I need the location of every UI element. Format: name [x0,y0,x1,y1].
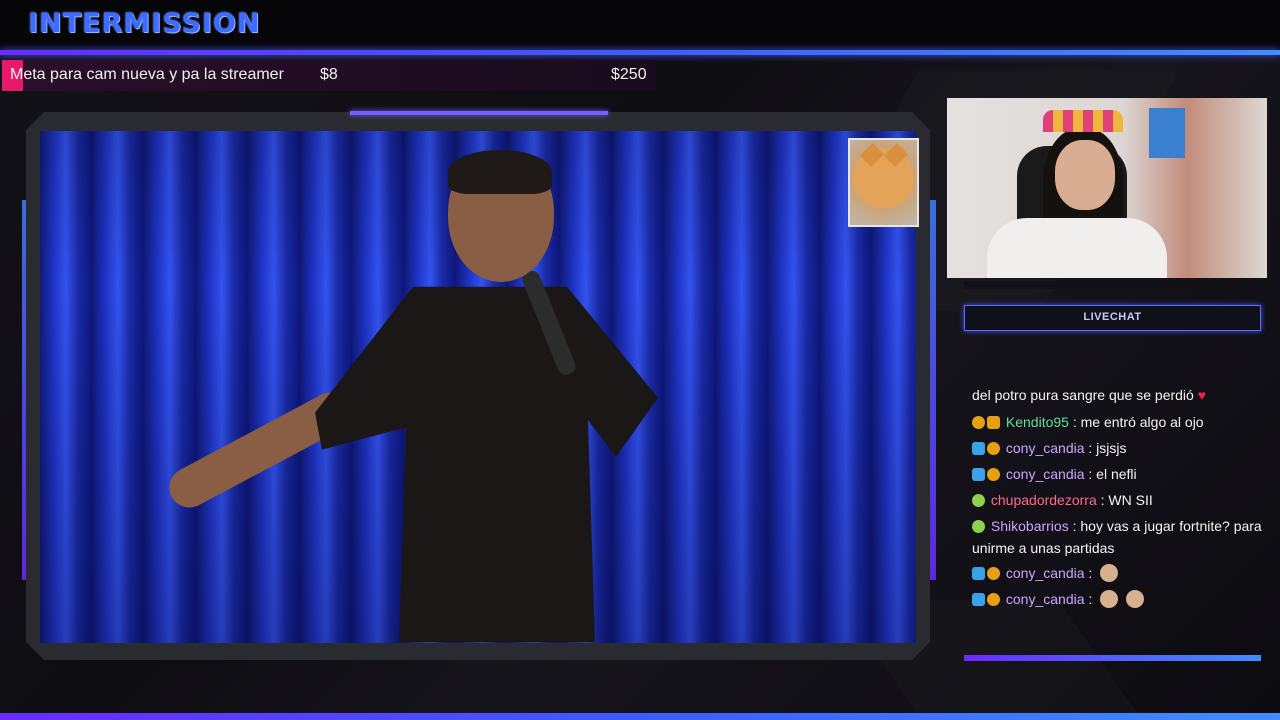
flower-crown [1043,110,1123,132]
chat-username[interactable]: Kendito95 [1006,414,1069,430]
chat-message: chupadordezorra : WN SII [972,489,1272,511]
frame-top-accent [350,111,608,115]
sub-badge-icon [987,567,1000,580]
heart-icon: ♥ [1197,387,1207,403]
wall-poster [1149,108,1185,158]
chat-message: cony_candia : jsjsjs [972,437,1272,459]
livechat-header: LIVECHAT [964,305,1261,331]
chat-username[interactable]: cony_candia [1006,440,1085,456]
chat-bottom-line [964,655,1261,661]
cat-emote-icon [1100,590,1119,608]
prime-badge-icon [972,468,985,481]
chat-text: : WN SII [1100,492,1153,508]
sub-badge-icon [987,593,1000,606]
goal-target-amount: $250 [611,66,647,83]
top-accent-line [0,50,1280,55]
chat-text: : me entró algo al ojo [1072,414,1204,430]
chat-text: : el nefli [1088,466,1137,482]
chat-username[interactable]: chupadordezorra [991,492,1097,508]
prime-badge-icon [972,593,985,606]
chat-username[interactable]: cony_candia [1006,565,1085,581]
comedian-hair [448,150,552,194]
chat-text: : [1088,591,1093,607]
cat-ear [859,142,885,168]
cat-badge-icon [972,494,985,507]
chat-username[interactable]: cony_candia [1006,591,1085,607]
chat-text: : jsjsjs [1088,440,1127,456]
cat-ear [883,142,909,168]
chat-text: del potro pura sangre que se perdió [972,387,1194,403]
sub-badge-icon [972,416,985,429]
chat-message: Kendito95 : me entró algo al ojo [972,411,1272,433]
cat-badge-icon [972,520,985,533]
goal-current-amount: $8 [320,66,338,83]
chat-username[interactable]: cony_candia [1006,466,1085,482]
streamer-face [1055,140,1115,210]
frame-glow-right [930,200,936,580]
prime-badge-icon [972,567,985,580]
cat-camera-overlay [848,138,919,227]
donation-goal-bar: Meta para cam nueva y pa la streamer $8 … [2,60,656,91]
sub-badge-icon [987,442,1000,455]
chat-message: del potro pura sangre que se perdió ♥ [972,384,1272,406]
livechat-title: LIVECHAT [1083,311,1142,323]
chat-message: cony_candia : [972,562,1272,584]
chat-username[interactable]: Shikobarrios [991,518,1069,534]
emote-icon [1100,564,1119,582]
chat-text: : [1088,565,1093,581]
chat-message: Shikobarrios : hoy vas a jugar fortnite?… [972,515,1272,559]
streamer-webcam [947,98,1267,278]
streamer-shirt [987,218,1167,278]
intermission-title: INTERMISSION [28,8,261,39]
goal-label: Meta para cam nueva y pa la streamer [10,66,284,83]
prime-badge-icon [972,442,985,455]
webcam-underbar [964,281,1260,289]
header-bar: INTERMISSION [0,0,1280,52]
chat-message: cony_candia : el nefli [972,463,1272,485]
crown-badge-icon [987,416,1000,429]
chat-message: cony_candia : [972,588,1272,610]
bottom-accent-line [0,713,1280,720]
cat-emote-icon [1126,590,1145,608]
sub-badge-icon [987,468,1000,481]
chat-message-list[interactable]: del potro pura sangre que se perdió ♥ Ke… [964,333,1280,655]
